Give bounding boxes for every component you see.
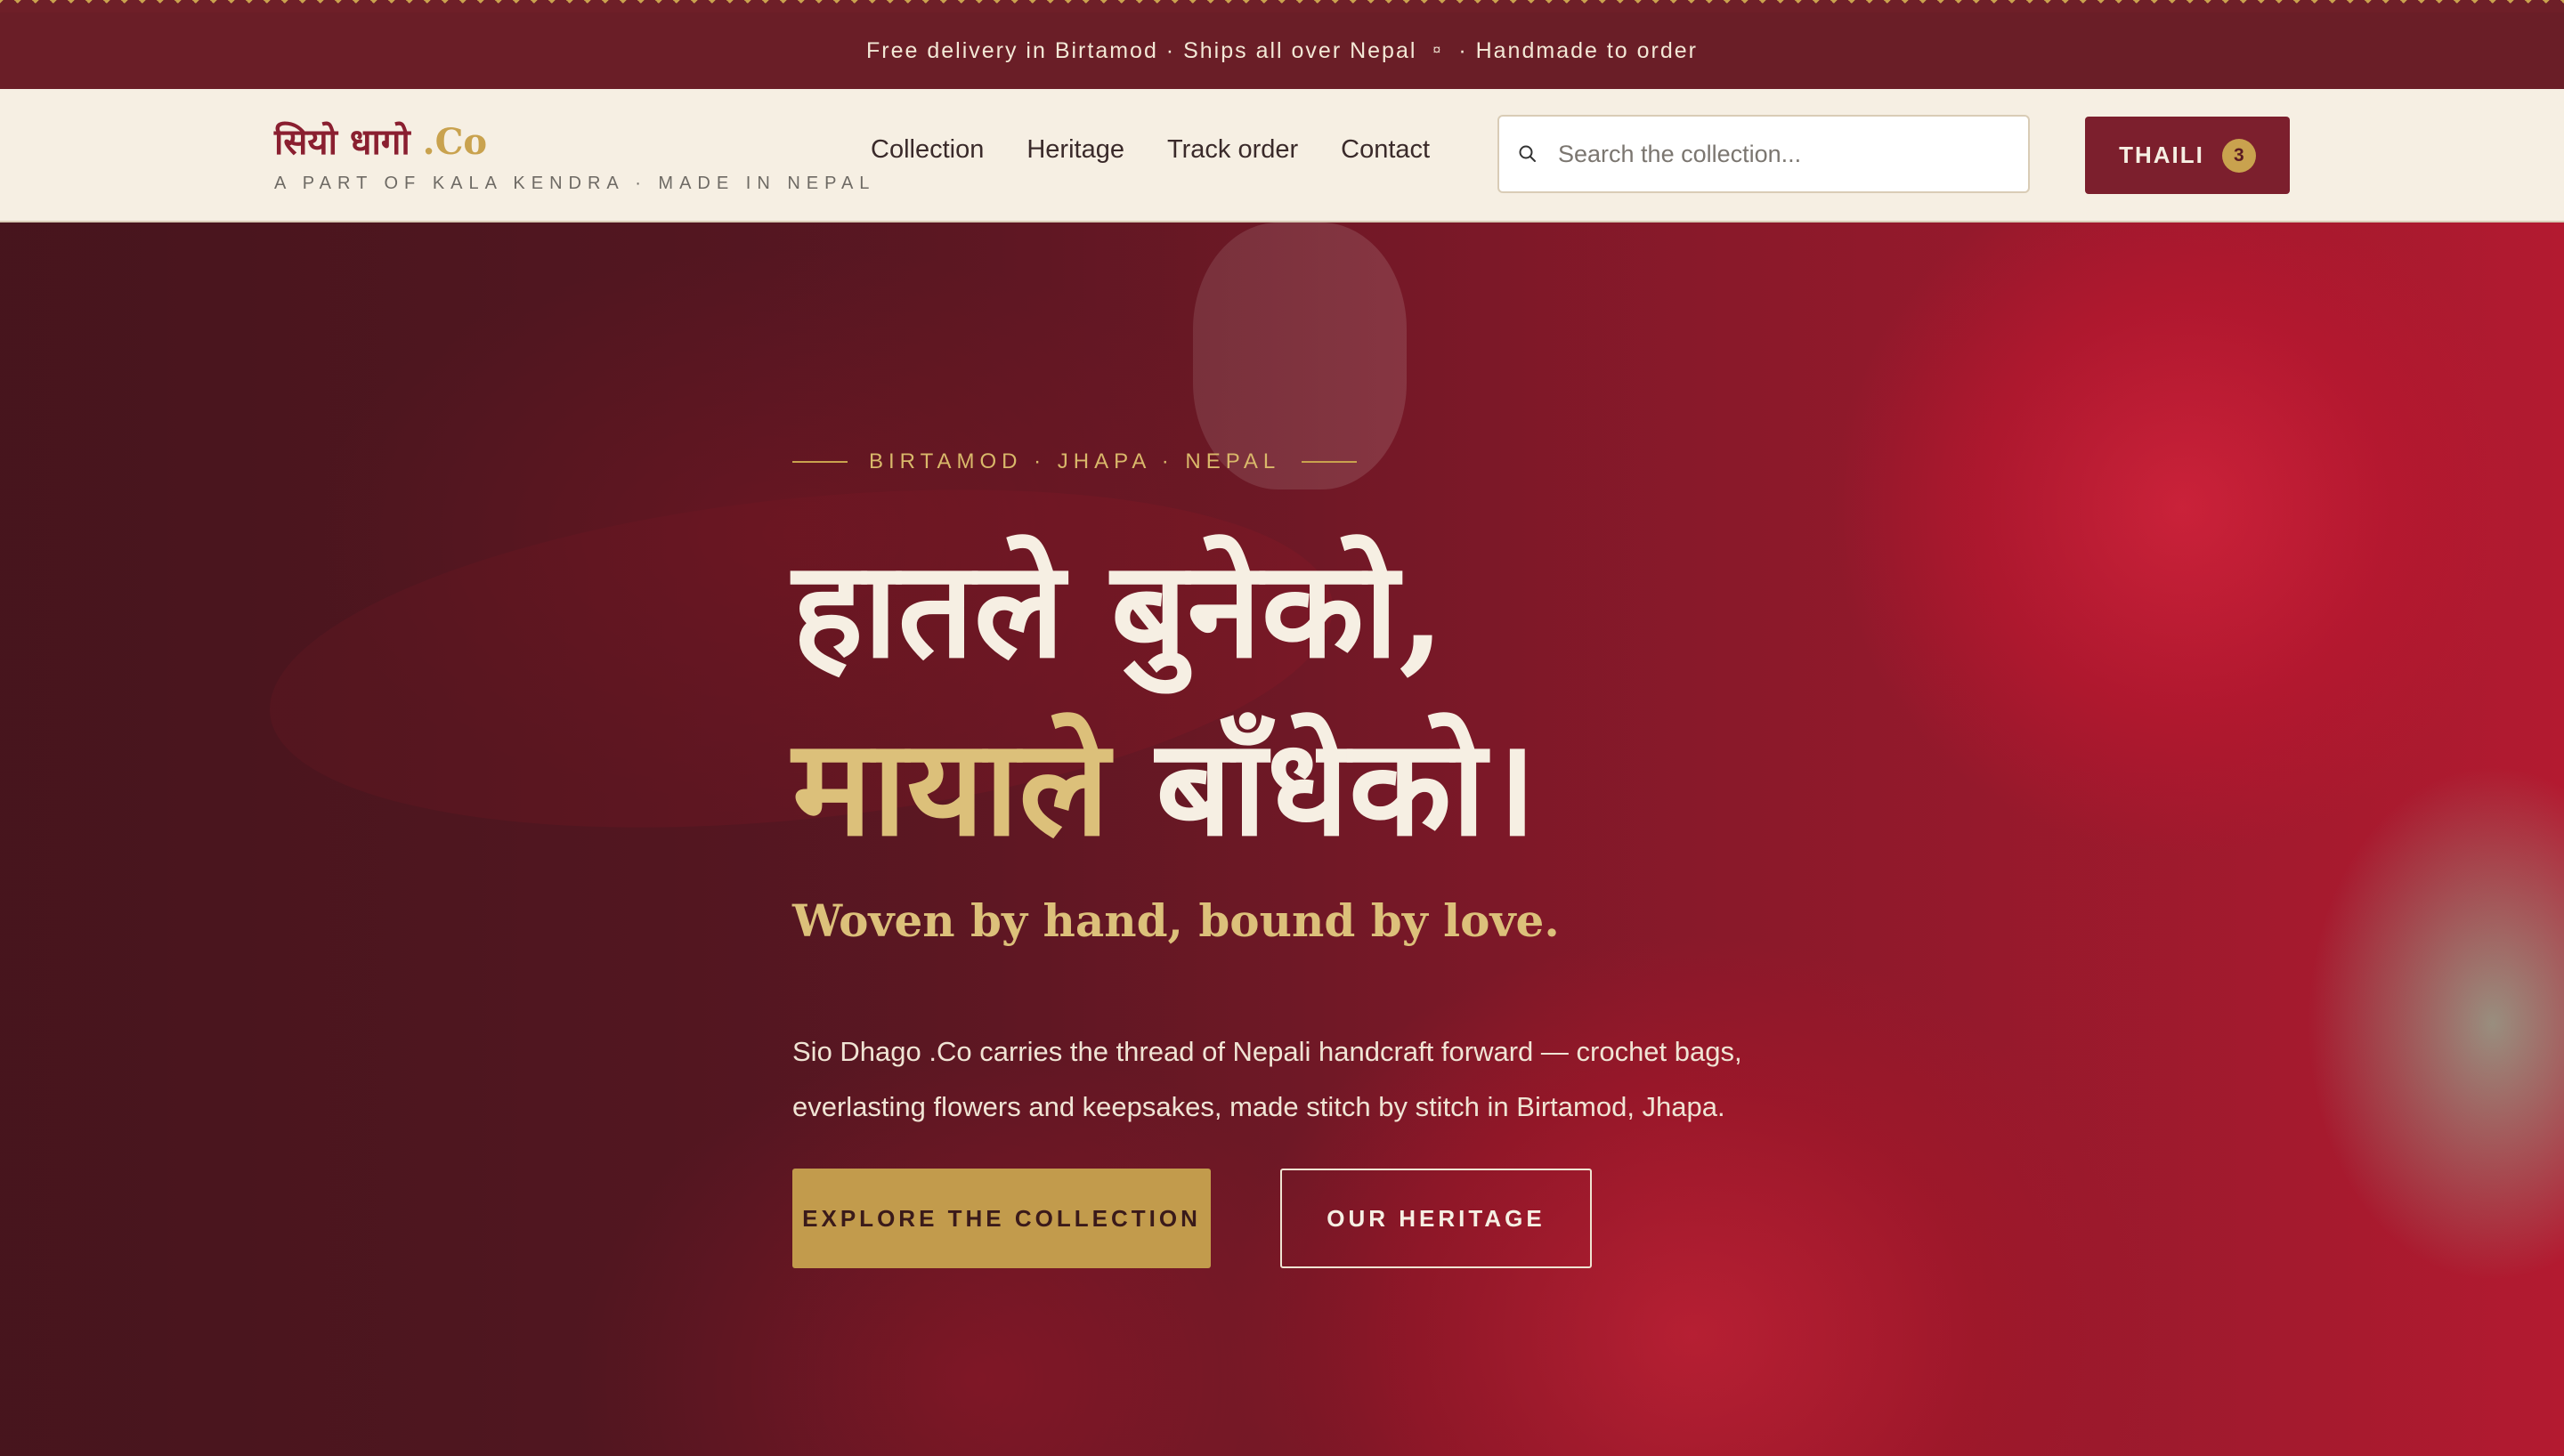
eyebrow-rule-right xyxy=(1302,461,1358,463)
brand-tagline: A PART OF KALA KENDRA · MADE IN NEPAL xyxy=(274,174,876,193)
hero-description: Sio Dhago .Co carries the thread of Nepa… xyxy=(792,1036,1742,1122)
cart-label: THAILI xyxy=(2119,142,2204,168)
hero-headline-line2: मायाले बाँधेको। xyxy=(792,721,1537,854)
main-nav: Collection Heritage Track order Contact xyxy=(871,135,1430,165)
brand-title: सियो धागो .Co xyxy=(274,116,875,165)
hero-headline-line1: हातले बुनेको, xyxy=(792,531,1446,688)
announcement-text-2: · Handmade to order xyxy=(1458,37,1699,63)
nav-link-contact[interactable]: Contact xyxy=(1341,135,1430,165)
headline-gold-word: मायाले xyxy=(792,709,1110,866)
site-header: सियो धागो .Co A PART OF KALA KENDRA · MA… xyxy=(0,89,2564,222)
our-heritage-button[interactable]: OUR HERITAGE xyxy=(1280,1169,1592,1268)
search-box[interactable] xyxy=(1497,115,2030,193)
hero-eyebrow: BIRTAMOD · JHAPA · NEPAL xyxy=(792,449,1358,474)
search-input[interactable] xyxy=(1556,139,2028,169)
announcement-text-1: Free delivery in Birtamod · Ships all ov… xyxy=(865,37,1417,63)
cart-button[interactable]: THAILI 3 xyxy=(2085,117,2290,194)
announcement-bar: Free delivery in Birtamod · Ships all ov… xyxy=(0,12,2564,89)
explore-collection-button[interactable]: EXPLORE THE COLLECTION xyxy=(792,1169,1211,1268)
brand-logo[interactable]: सियो धागो .Co A PART OF KALA KENDRA · MA… xyxy=(274,116,875,194)
decorative-zigzag-border xyxy=(0,0,2564,12)
hero-section: BIRTAMOD · JHAPA · NEPAL हातले बुनेको, म… xyxy=(0,222,2564,1456)
hero-subheading: Woven by hand, bound by love. xyxy=(792,894,1560,947)
brand-name: सियो धागो xyxy=(274,121,410,163)
nav-link-heritage[interactable]: Heritage xyxy=(1026,135,1124,165)
announcement-separator: ¤ xyxy=(1432,43,1443,58)
search-icon[interactable] xyxy=(1499,117,1556,191)
headline-rest: बाँधेको। xyxy=(1109,709,1537,866)
eyebrow-text: BIRTAMOD · JHAPA · NEPAL xyxy=(869,449,1281,473)
nav-link-track-order[interactable]: Track order xyxy=(1167,135,1298,165)
brand-suffix: .Co xyxy=(410,121,488,163)
eyebrow-rule-left xyxy=(792,461,848,463)
nav-link-collection[interactable]: Collection xyxy=(871,135,984,165)
cart-count-badge: 3 xyxy=(2221,138,2256,173)
